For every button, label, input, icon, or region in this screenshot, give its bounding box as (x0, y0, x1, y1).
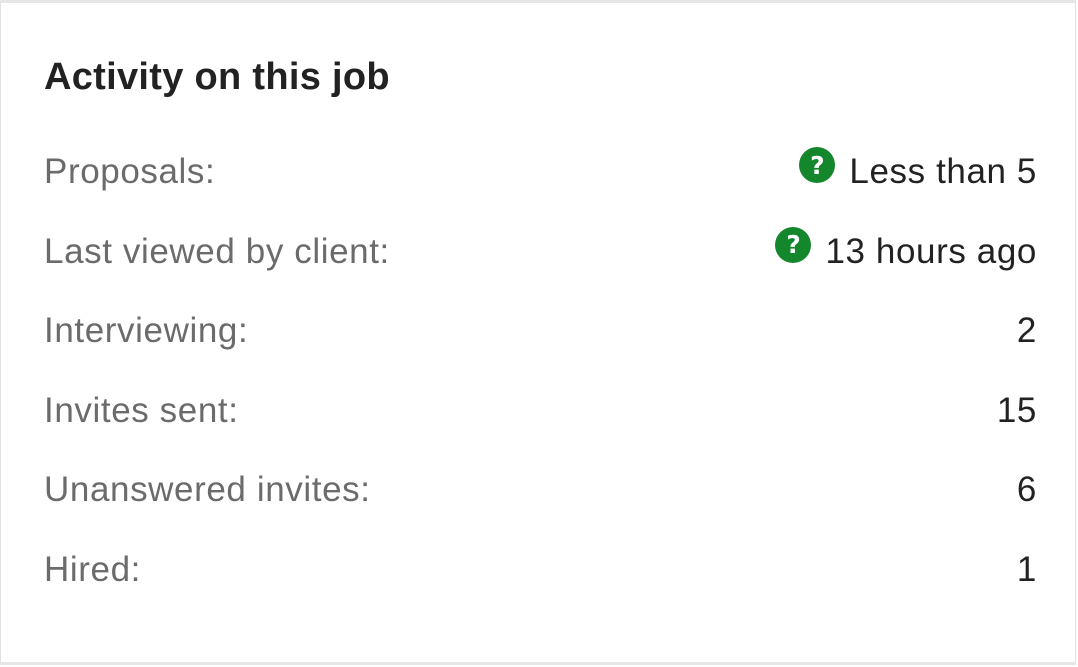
interviewing-value-group: 2 (1017, 311, 1037, 351)
proposals-value-group: ? Less than 5 (799, 147, 1037, 192)
invites-sent-value: 15 (996, 390, 1037, 430)
interviewing-value: 2 (1016, 311, 1037, 350)
last-viewed-value: 13 hours ago (825, 231, 1037, 271)
activity-row-interviewing: Interviewing: 2 (44, 302, 1037, 360)
hired-value-group: 1 (1017, 550, 1037, 590)
proposals-label: Proposals: (44, 152, 216, 191)
last-viewed-label: Last viewed by client: (44, 231, 390, 271)
activity-list: Proposals: ? Less than 5 Last viewed by … (44, 143, 1037, 599)
help-glyph: ? (810, 150, 825, 180)
question-circle-icon[interactable]: ? (799, 147, 836, 183)
last-viewed-value-group: ? 13 hours ago (775, 226, 1037, 272)
unanswered-invites-label: Unanswered invites: (44, 470, 371, 509)
unanswered-invites-value-group: 6 (1017, 470, 1037, 510)
job-activity-card: Activity on this job Proposals: ? Less t… (0, 0, 1076, 665)
unanswered-invites-value: 6 (1016, 470, 1037, 509)
activity-row-hired: Hired: 1 (44, 541, 1037, 599)
proposals-value: Less than 5 (849, 152, 1037, 191)
card-title: Activity on this job (44, 56, 390, 98)
activity-row-last-viewed: Last viewed by client: ? 13 hours ago (44, 223, 1037, 281)
invites-sent-value-group: 15 (997, 391, 1037, 431)
activity-row-proposals: Proposals: ? Less than 5 (44, 143, 1037, 201)
invites-sent-label: Invites sent: (44, 390, 239, 430)
interviewing-label: Interviewing: (44, 311, 249, 350)
activity-row-invites-sent: Invites sent: 15 (44, 382, 1037, 440)
hired-label: Hired: (44, 549, 141, 589)
activity-row-unanswered-invites: Unanswered invites: 6 (44, 461, 1037, 519)
hired-value: 1 (1016, 549, 1037, 589)
question-circle-icon[interactable]: ? (775, 226, 812, 263)
help-glyph: ? (786, 230, 801, 259)
